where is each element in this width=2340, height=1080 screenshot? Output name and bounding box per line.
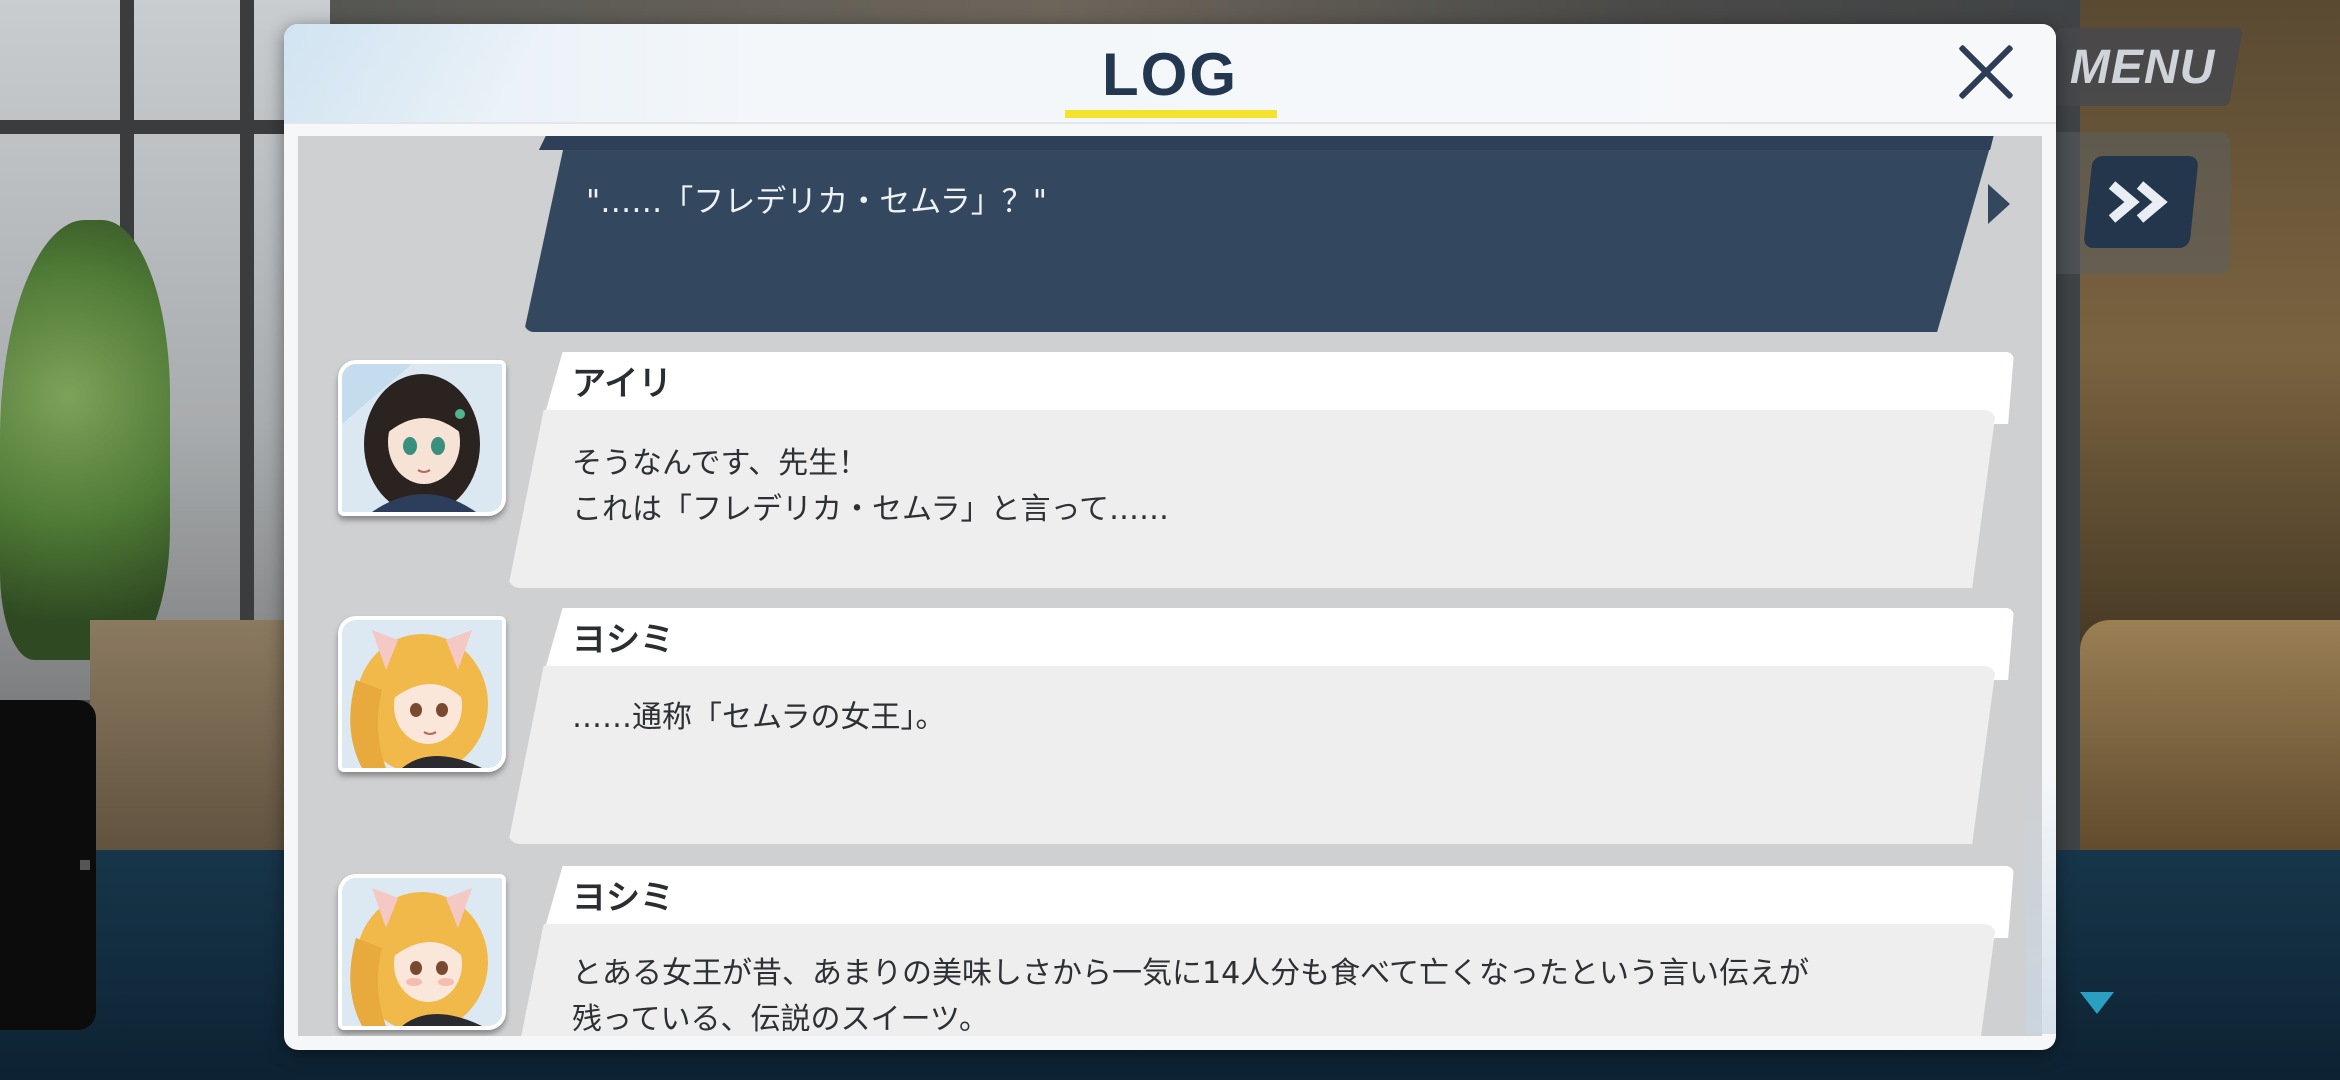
log-entry: ヨシミ とある女王が昔、あまりの美味しさから一気に14人分も食べて亡くなったとい… [298,866,2042,1036]
log-title: LOG [1102,41,1238,108]
plant [0,220,170,660]
message-line: これは「フレデリカ・セムラ」と言って…… [572,492,1169,527]
avatar-airi [338,360,506,516]
menu-label: MENU [2070,40,2216,94]
fast-forward-icon [2108,181,2168,223]
fast-forward-button[interactable] [2083,156,2199,248]
side-tab [0,700,96,1030]
log-entry: アイリ そうなんです、先生！ これは「フレデリカ・セムラ」と言って…… [298,352,2042,592]
log-list[interactable]: "……「フレデリカ・セムラ」？" アイリ そうなんです、先生！ これは「フレデリ… [298,136,2042,1036]
sofa [2080,620,2340,880]
menu-button[interactable]: MENU [2043,28,2243,106]
player-line-bubble: "……「フレデリカ・セムラ」？" [524,136,2010,332]
log-dialog: LOG "……「フレデリカ・セムラ」？" アイリ そうなんです、先生！ これは「… [284,24,2056,1050]
message-line: とある女王が昔、あまりの美味しさから一気に14人分も食べて亡くなったという言い伝… [572,956,1809,991]
close-button[interactable] [1954,40,2018,104]
speaker-name: ヨシミ [572,878,674,918]
speaker-name: アイリ [572,364,673,404]
window-frame [240,0,254,620]
player-line-text: "……「フレデリカ・セムラ」？" [586,184,1047,220]
title-underline [1065,110,1277,118]
log-entry: ヨシミ ……通称「セムラの女王」。 [298,608,2042,848]
window-frame [0,120,300,134]
message-line: ……通称「セムラの女王」。 [572,700,946,735]
avatar-yoshimi [338,874,506,1030]
message-line: 残っている、伝説のスイーツ。 [572,1002,989,1036]
speaker-name: ヨシミ [572,620,674,660]
message-line: そうなんです、先生！ [572,446,869,481]
log-header: LOG [284,24,2056,124]
scroll-track [2026,774,2056,1034]
avatar-yoshimi [338,616,506,772]
scroll-down-icon[interactable] [2080,992,2114,1014]
